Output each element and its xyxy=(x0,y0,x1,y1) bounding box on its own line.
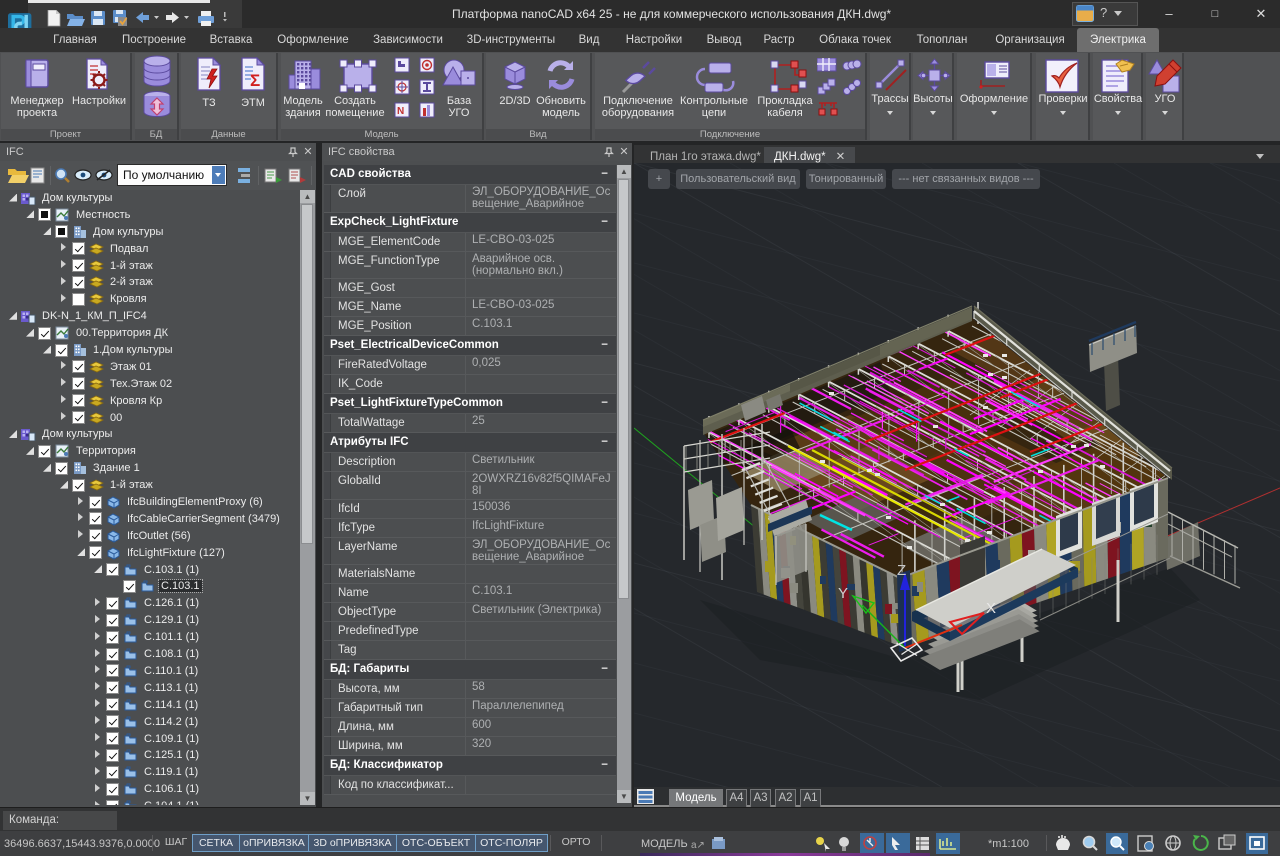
svg-text:X: X xyxy=(986,600,996,617)
svg-text:Σ: Σ xyxy=(250,71,260,90)
svg-text:Z: Z xyxy=(897,562,906,579)
svg-text:Y: Y xyxy=(838,585,848,602)
svg-text:N: N xyxy=(397,106,404,117)
svg-text:a↗: a↗ xyxy=(691,840,705,851)
